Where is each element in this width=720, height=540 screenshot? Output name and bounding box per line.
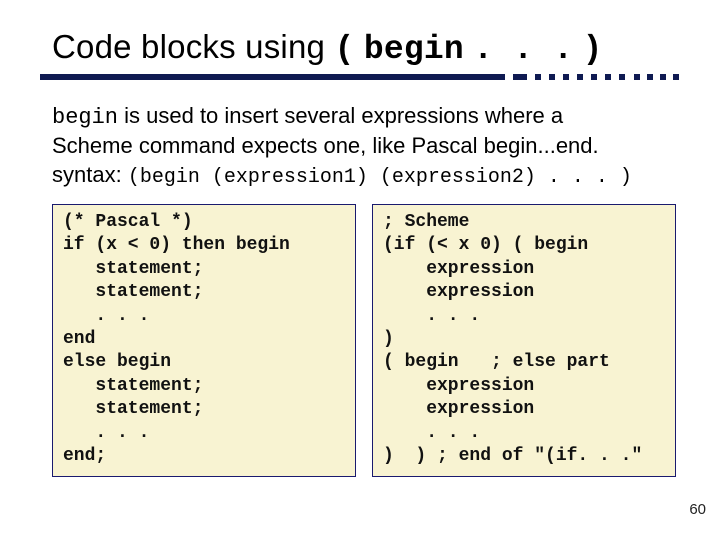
intro-line1: begin is used to insert several expressi… bbox=[52, 102, 676, 132]
intro-line2: Scheme command expects one, like Pascal … bbox=[52, 132, 676, 160]
title-paren-open: ( bbox=[334, 31, 354, 68]
code-box-pascal: (* Pascal *) if (x < 0) then begin state… bbox=[52, 204, 356, 477]
title-paren-close: ) bbox=[583, 31, 603, 68]
code-scheme: ; Scheme (if (< x 0) ( begin expression … bbox=[383, 211, 665, 468]
code-columns: (* Pascal *) if (x < 0) then begin state… bbox=[52, 204, 676, 477]
code-box-scheme: ; Scheme (if (< x 0) ( begin expression … bbox=[372, 204, 676, 477]
slide-title: Code blocks using ( begin . . . ) bbox=[52, 28, 676, 68]
syntax-code: (begin (expression1) (expression2) . . .… bbox=[128, 166, 632, 189]
code-pascal: (* Pascal *) if (x < 0) then begin state… bbox=[63, 211, 345, 468]
title-dots: . . . bbox=[473, 31, 573, 68]
accent-underline bbox=[40, 74, 684, 80]
body-text: begin is used to insert several expressi… bbox=[52, 102, 676, 190]
intro-keyword: begin bbox=[52, 105, 118, 130]
accent-dots bbox=[491, 74, 641, 80]
title-keyword: begin bbox=[364, 31, 464, 68]
page-number: 60 bbox=[689, 501, 706, 518]
intro-rest1: is used to insert several expressions wh… bbox=[118, 103, 563, 128]
slide: Code blocks using ( begin . . . ) begin … bbox=[0, 0, 720, 540]
title-prefix: Code blocks using bbox=[52, 28, 325, 65]
syntax-label: syntax: bbox=[52, 162, 122, 187]
syntax-line: syntax: (begin (expression1) (expression… bbox=[52, 161, 676, 190]
